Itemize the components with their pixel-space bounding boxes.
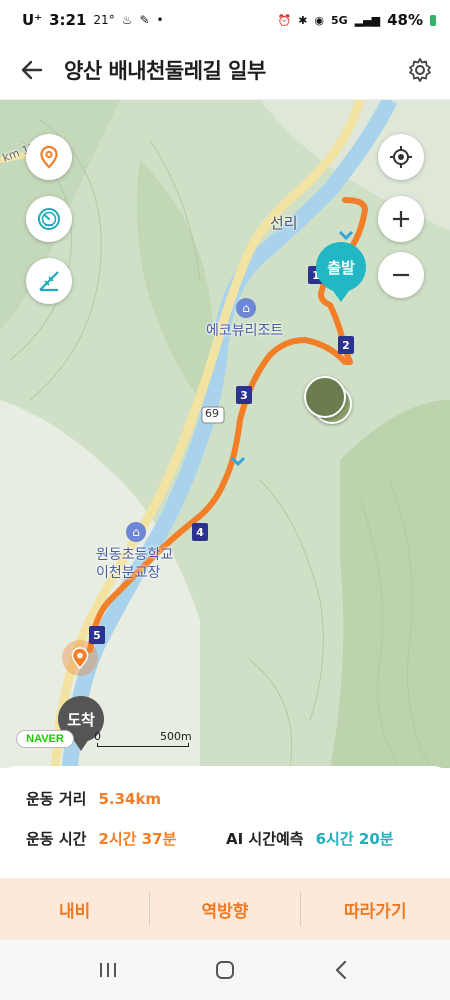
clock: 3:21 (49, 11, 87, 29)
map-scale-bar: 0 500m (94, 730, 194, 747)
speedometer-icon (38, 208, 60, 230)
waypoint-2[interactable]: 2 (338, 336, 354, 354)
scale-distance: 500m (160, 730, 192, 743)
navi-button[interactable]: 내비 (0, 878, 149, 940)
location-pin-button[interactable] (26, 134, 72, 180)
my-location-button[interactable] (378, 134, 424, 180)
photo-marker[interactable] (300, 374, 354, 426)
resort-poi-icon[interactable]: ⌂ (236, 298, 256, 318)
my-location-icon (390, 146, 412, 168)
zoom-in-icon (393, 211, 409, 227)
zoom-in-button[interactable] (378, 196, 424, 242)
settings-button[interactable] (390, 40, 450, 100)
back-button[interactable] (0, 40, 64, 100)
school-poi-label-2: 이천분교장 (96, 565, 161, 581)
distance-row: 운동 거리 5.34km (26, 788, 161, 809)
battery-level: 48% (387, 11, 423, 29)
back-nav-button[interactable] (312, 945, 372, 995)
waypoint-4[interactable]: 4 (192, 523, 208, 541)
home-button[interactable] (195, 945, 255, 995)
naver-logo: NAVER (16, 730, 74, 748)
time-label: 운동 시간 (26, 830, 87, 848)
recent-apps-button[interactable] (78, 945, 138, 995)
resort-poi-label: 에코뷰리조트 (206, 323, 284, 339)
start-pin-tail (331, 288, 351, 302)
ai-estimate-row: AI 시간예측 6시간 20분 (226, 828, 394, 849)
app-header: 양산 배내천둘레길 일부 (0, 40, 450, 100)
arrow-left-icon (21, 60, 43, 79)
speedometer-button[interactable] (26, 196, 72, 242)
route-info-panel: 운동 거리 5.34km 운동 시간 2시간 37분 AI 시간예측 6시간 20분 (0, 766, 450, 878)
time-row: 운동 시간 2시간 37분 (26, 828, 176, 849)
dot-icon: • (156, 13, 164, 27)
bluetooth-icon: ✱ (298, 13, 308, 27)
scale-line (97, 743, 189, 747)
reverse-button[interactable]: 역방향 (150, 878, 299, 940)
carrier-label: U⁺ (22, 11, 43, 29)
network-badge: 5G (331, 13, 348, 27)
scale-zero: 0 (94, 730, 101, 743)
alarm-icon: ⏰ (277, 13, 292, 27)
recent-apps-icon (100, 963, 117, 977)
school-poi-icon[interactable]: ⌂ (126, 522, 146, 542)
slope-button[interactable] (26, 258, 72, 304)
follow-button[interactable]: 따라가기 (301, 878, 450, 940)
school-poi-label-1: 원동초등학교 (96, 547, 174, 563)
notification-icon: ♨ (121, 13, 133, 27)
zoom-out-icon (393, 273, 409, 277)
ai-estimate-label: AI 시간예측 (226, 830, 304, 848)
end-pin-tail (73, 739, 89, 751)
start-marker[interactable]: 출발 (316, 242, 366, 304)
waypoint-5[interactable]: 5 (89, 626, 105, 644)
start-label: 출발 (316, 242, 366, 292)
signal-icon: ▂▄▆ (354, 13, 381, 27)
status-right: ⏰ ✱ ◉ 5G ▂▄▆ 48% (277, 11, 436, 29)
notification-icon-2: ✎ (139, 13, 150, 27)
temperature: 21° (93, 13, 115, 27)
distance-value: 5.34km (98, 790, 162, 808)
chevron-left-icon (335, 960, 346, 980)
map-view[interactable]: 69 km 13 선리 ⌂ 에코뷰리조트 ⌂ 원동초등학교 이천분교장 1 2 … (0, 100, 450, 768)
village-label: 선리 (270, 214, 298, 232)
home-icon (215, 961, 234, 979)
zoom-out-button[interactable] (378, 252, 424, 298)
location-pin-icon (40, 145, 58, 169)
action-bar: 내비 역방향 따라가기 (0, 878, 450, 940)
photo-thumb (304, 376, 346, 418)
page-title: 양산 배내천둘레길 일부 (64, 58, 266, 83)
current-location-marker[interactable] (62, 640, 98, 676)
gear-icon (409, 57, 431, 82)
ai-estimate-value: 6시간 20분 (315, 830, 394, 848)
route-number-label: 69 (205, 407, 219, 420)
time-value: 2시간 37분 (98, 830, 177, 848)
system-nav-bar (0, 940, 450, 1000)
distance-label: 운동 거리 (26, 790, 87, 808)
battery-icon (430, 14, 436, 26)
status-bar: U⁺ 3:21 21° ♨ ✎ • ⏰ ✱ ◉ 5G ▂▄▆ 48% (0, 0, 450, 40)
slope-icon (39, 271, 59, 292)
status-left: U⁺ 3:21 21° ♨ ✎ • (22, 11, 164, 29)
location-icon: ◉ (314, 13, 325, 27)
location-pin-icon (71, 647, 89, 669)
waypoint-3[interactable]: 3 (236, 386, 252, 404)
